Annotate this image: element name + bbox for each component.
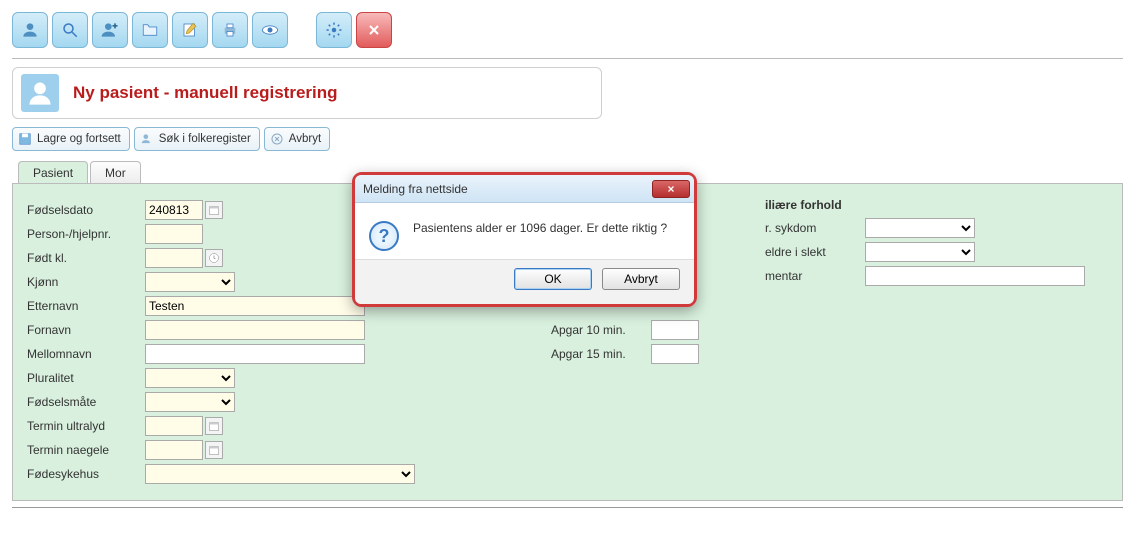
user-icon-button[interactable]	[12, 12, 48, 48]
select-sykdom[interactable]	[865, 218, 975, 238]
note-icon-button[interactable]	[172, 12, 208, 48]
dialog-ok-button[interactable]: OK	[514, 268, 592, 290]
dialog-message: Pasientens alder er 1096 dager. Er dette…	[413, 221, 667, 235]
label-fodesykehus: Fødesykehus	[27, 467, 145, 481]
input-termin-naegele[interactable]	[145, 440, 203, 460]
select-fodesykehus[interactable]	[145, 464, 415, 484]
page-title: Ny pasient - manuell registrering	[73, 83, 338, 103]
label-apgar15: Apgar 15 min.	[551, 347, 651, 361]
label-termin-ul: Termin ultralyd	[27, 419, 145, 433]
user-icon	[20, 20, 40, 40]
dialog-title-text: Melding fra nettside	[363, 182, 468, 196]
cancel-icon	[269, 131, 285, 147]
dialog-cancel-button[interactable]: Avbryt	[602, 268, 680, 290]
action-row: Lagre og fortsett Søk i folkeregister Av…	[12, 127, 1123, 151]
separator	[12, 58, 1123, 59]
label-fodt-kl: Født kl.	[27, 251, 145, 265]
label-pluralitet: Pluralitet	[27, 371, 145, 385]
save-icon	[17, 131, 33, 147]
eye-icon-button[interactable]	[252, 12, 288, 48]
input-fodt-kl[interactable]	[145, 248, 203, 268]
label-kjonn: Kjønn	[27, 275, 145, 289]
label-mellomnavn: Mellomnavn	[27, 347, 145, 361]
print-icon	[221, 21, 239, 39]
close-icon	[665, 184, 677, 194]
note-icon	[181, 21, 199, 39]
label-fodselsmate: Fødselsmåte	[27, 395, 145, 409]
input-apgar10[interactable]	[651, 320, 699, 340]
close-icon	[366, 22, 382, 38]
label-fodselsdato: Fødselsdato	[27, 203, 145, 217]
label-termin-naegele: Termin naegele	[27, 443, 145, 457]
clock-icon	[208, 252, 220, 264]
calendar-icon-button[interactable]	[205, 201, 223, 219]
label-personnr: Person-/hjelpnr.	[27, 227, 145, 241]
cancel-button[interactable]: Avbryt	[264, 127, 330, 151]
folk-search-label: Søk i folkeregister	[159, 133, 251, 145]
label-apgar10: Apgar 10 min.	[551, 323, 651, 337]
input-mellomnavn[interactable]	[145, 344, 365, 364]
dialog-close-button[interactable]	[652, 180, 690, 198]
select-fodselsmate[interactable]	[145, 392, 235, 412]
confirm-dialog: Melding fra nettside ? Pasientens alder …	[352, 172, 697, 307]
column-middle: Apgar 10 min. Apgar 15 min.	[551, 318, 699, 486]
input-personnr[interactable]	[145, 224, 203, 244]
save-continue-label: Lagre og fortsett	[37, 133, 121, 145]
select-eldre[interactable]	[865, 242, 975, 262]
clock-icon-button[interactable]	[205, 249, 223, 267]
select-kjonn[interactable]	[145, 272, 235, 292]
input-termin-ul[interactable]	[145, 416, 203, 436]
save-continue-button[interactable]: Lagre og fortsett	[12, 127, 130, 151]
tab-mother[interactable]: Mor	[90, 161, 141, 184]
select-pluralitet[interactable]	[145, 368, 235, 388]
calendar-icon-button-3[interactable]	[205, 441, 223, 459]
close-icon-button[interactable]	[356, 12, 392, 48]
print-icon-button[interactable]	[212, 12, 248, 48]
search-icon	[61, 21, 79, 39]
folder-icon	[141, 21, 159, 39]
title-panel: Ny pasient - manuell registrering	[12, 67, 602, 119]
dialog-body: ? Pasientens alder er 1096 dager. Er det…	[355, 203, 694, 259]
input-etternavn[interactable]	[145, 296, 365, 316]
input-fodselsdato[interactable]	[145, 200, 203, 220]
dialog-titlebar: Melding fra nettside	[355, 175, 694, 203]
folder-icon-button[interactable]	[132, 12, 168, 48]
family-section-header: iliære forhold	[765, 198, 1085, 212]
add-user-icon-button[interactable]	[92, 12, 128, 48]
eye-icon	[260, 20, 280, 40]
footer-line	[12, 507, 1123, 508]
settings-icon-button[interactable]	[316, 12, 352, 48]
column-right: iliære forhold r. sykdom eldre i slekt m…	[765, 198, 1085, 486]
search-icon-button[interactable]	[52, 12, 88, 48]
label-fornavn: Fornavn	[27, 323, 145, 337]
label-etternavn: Etternavn	[27, 299, 145, 313]
tab-patient[interactable]: Pasient	[18, 161, 88, 184]
dialog-button-row: OK Avbryt	[355, 259, 694, 304]
calendar-icon	[208, 204, 220, 216]
label-mentar: mentar	[765, 269, 865, 283]
folk-search-button[interactable]: Søk i folkeregister	[134, 127, 260, 151]
avatar-icon	[21, 74, 59, 112]
calendar-icon	[208, 444, 220, 456]
gear-icon	[325, 21, 343, 39]
label-eldre: eldre i slekt	[765, 245, 865, 259]
calendar-icon	[208, 420, 220, 432]
calendar-icon-button-2[interactable]	[205, 417, 223, 435]
label-sykdom: r. sykdom	[765, 221, 865, 235]
cancel-label: Avbryt	[289, 133, 321, 145]
people-search-icon	[139, 131, 155, 147]
input-mentar[interactable]	[865, 266, 1085, 286]
input-fornavn[interactable]	[145, 320, 365, 340]
question-icon: ?	[369, 221, 399, 251]
main-toolbar	[12, 12, 1123, 48]
add-user-icon	[100, 20, 120, 40]
input-apgar15[interactable]	[651, 344, 699, 364]
